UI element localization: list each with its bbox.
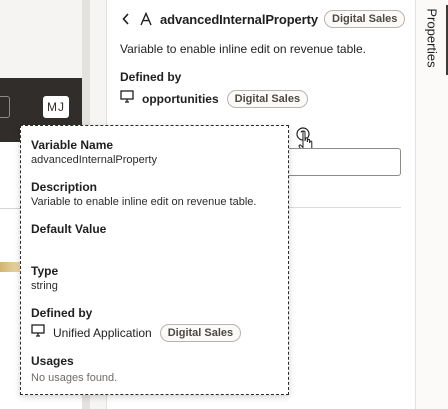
monitor-icon (120, 90, 134, 108)
type-label: Type (31, 264, 59, 278)
variable-name-value: advancedInternalProperty (31, 154, 157, 166)
defined-by-row: opportunities Digital Sales (120, 90, 309, 108)
variable-description: Variable to enable inline edit on revenu… (120, 42, 366, 56)
variable-title: advancedInternalProperty (160, 11, 318, 27)
defined-by-label: Defined by (120, 70, 182, 84)
chevron-left-icon[interactable] (120, 11, 132, 27)
canvas-top-area (0, 0, 90, 78)
app-preview-strip (0, 262, 22, 272)
monitor-icon (31, 324, 45, 342)
usages-value: No usages found. (31, 372, 118, 384)
description-value: Variable to enable inline edit on revenu… (31, 196, 257, 208)
defined-by-name: Unified Application (53, 326, 152, 340)
usages-label: Usages (31, 354, 74, 368)
status-badge: Digital Sales (159, 324, 242, 342)
variable-details-popup: Variable Name advancedInternalProperty D… (20, 125, 289, 395)
defined-by-label: Defined by (31, 306, 93, 320)
panel-header: advancedInternalProperty Digital Sales (120, 10, 406, 28)
variable-icon (138, 11, 154, 27)
description-label: Description (31, 180, 98, 194)
defined-by-link[interactable]: opportunities (142, 92, 219, 106)
header-control[interactable] (0, 96, 10, 118)
variable-name-label: Variable Name (31, 138, 114, 152)
avatar[interactable]: MJ (43, 96, 69, 118)
panel-divider (288, 207, 401, 208)
status-badge: Digital Sales (226, 90, 309, 108)
tab-properties-label: Properties (424, 8, 440, 68)
defined-by-row: Unified Application Digital Sales (31, 324, 242, 342)
type-value: string (31, 280, 58, 292)
default-value-label: Default Value (31, 222, 107, 236)
status-badge: Digital Sales (324, 10, 406, 28)
property-input[interactable] (288, 148, 401, 176)
